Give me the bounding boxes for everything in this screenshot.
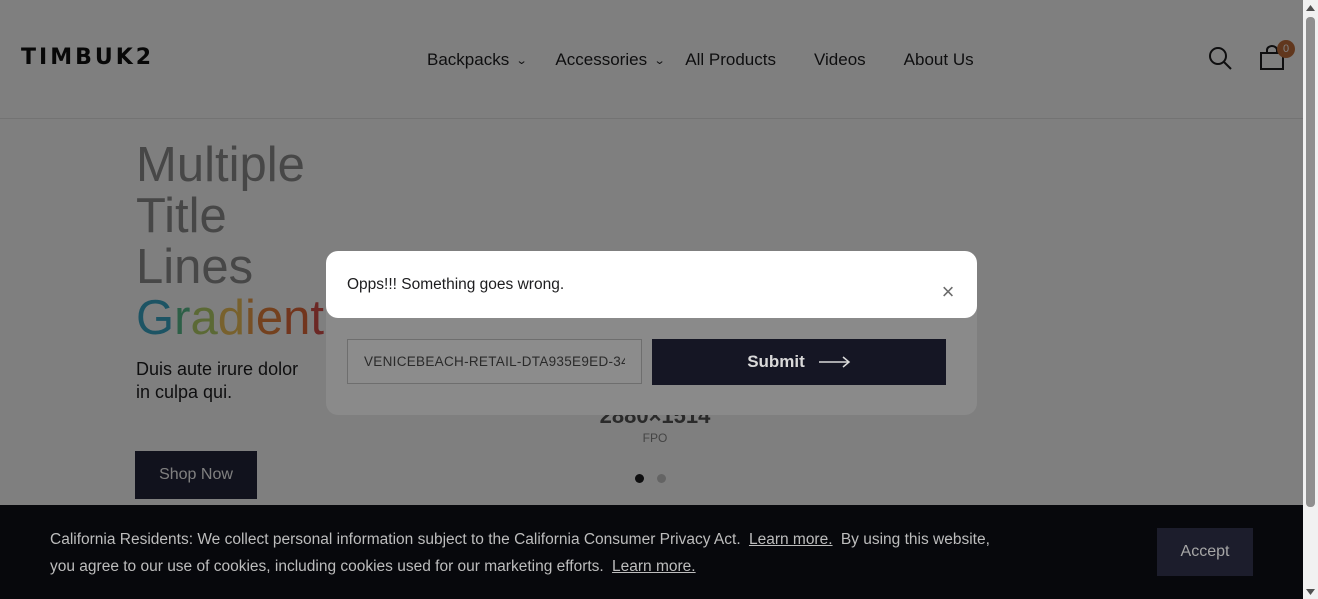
scrollbar-thumb[interactable] [1306, 17, 1315, 507]
learn-more-link-cookies[interactable]: Learn more. [612, 558, 696, 575]
learn-more-link-ccpa[interactable]: Learn more. [749, 531, 833, 548]
scroll-down-arrow-icon[interactable] [1303, 584, 1318, 599]
arrow-right-icon [818, 356, 851, 368]
alert-message: Opps!!! Something goes wrong. [347, 276, 565, 293]
code-input[interactable] [347, 339, 642, 384]
submit-button[interactable]: Submit [652, 339, 946, 385]
submit-label: Submit [747, 352, 805, 371]
cookie-text: California Residents: We collect persona… [50, 526, 1000, 580]
cookie-text-ccpa: California Residents: We collect persona… [50, 531, 741, 548]
error-alert: Opps!!! Something goes wrong. × [326, 251, 977, 318]
accept-cookies-button[interactable]: Accept [1157, 528, 1253, 576]
scroll-up-arrow-icon[interactable] [1303, 0, 1318, 15]
close-icon[interactable]: × [940, 281, 956, 303]
page-scrollbar[interactable] [1303, 0, 1318, 599]
